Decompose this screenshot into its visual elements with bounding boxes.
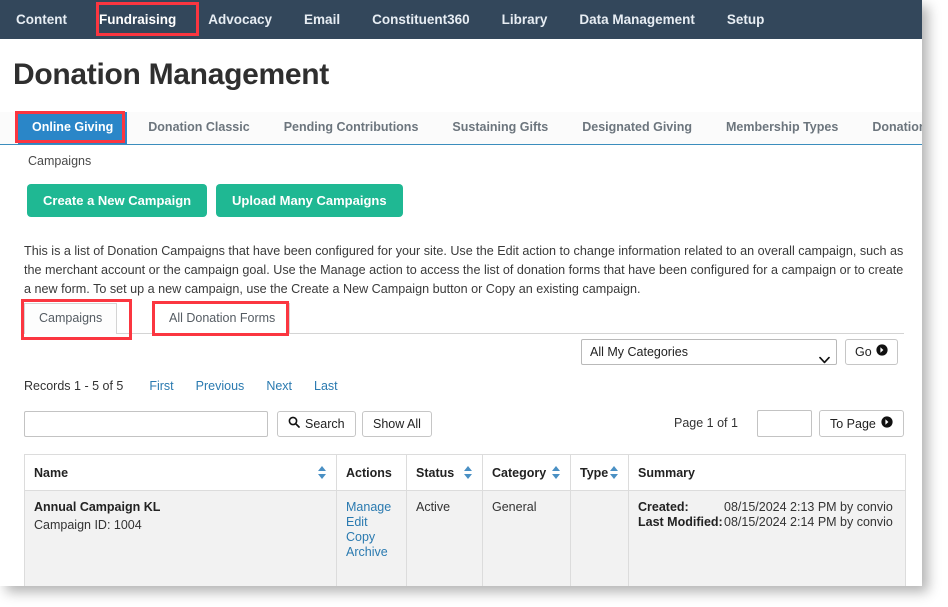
- sort-icon[interactable]: [318, 466, 327, 479]
- page-description: This is a list of Donation Campaigns tha…: [24, 244, 904, 296]
- tab-membership-types[interactable]: Membership Types: [709, 112, 855, 144]
- nav-item-data-management[interactable]: Data Management: [563, 0, 711, 39]
- column-header-status-label: Status: [416, 465, 455, 480]
- nav-item-content[interactable]: Content: [0, 0, 83, 39]
- column-header-status[interactable]: Status: [406, 454, 483, 491]
- column-header-actions: Actions: [336, 454, 407, 491]
- column-header-summary: Summary: [628, 454, 906, 491]
- pager-previous-link[interactable]: Previous: [196, 379, 245, 393]
- column-header-actions-label: Actions: [346, 465, 392, 480]
- screenshot-root: Content Fundraising Advocacy Email Const…: [0, 0, 948, 607]
- subtab-campaigns[interactable]: Campaigns: [24, 303, 118, 334]
- subtab-all-donation-forms[interactable]: All Donation Forms: [154, 303, 291, 334]
- create-new-campaign-button[interactable]: Create a New Campaign: [27, 184, 208, 217]
- table-header-row: Name Actions Status Category Type Summar…: [24, 454, 906, 491]
- column-header-type-label: Type: [580, 465, 609, 480]
- pager-last-link[interactable]: Last: [314, 379, 338, 393]
- tab-online-giving[interactable]: Online Giving: [18, 112, 128, 144]
- arrow-circle-right-icon: [881, 412, 893, 436]
- primary-tab-strip: Online Giving Donation Classic Pending C…: [0, 112, 922, 145]
- cell-type: [570, 490, 629, 586]
- records-count-label: Records 1 - 5 of 5: [24, 379, 124, 393]
- tab-donation-classic[interactable]: Donation Classic: [131, 112, 266, 144]
- chevron-down-icon: [819, 349, 830, 364]
- page-of-label: Page 1 of 1: [674, 416, 738, 430]
- action-archive-link[interactable]: Archive: [346, 545, 397, 560]
- cell-name: Annual Campaign KL Campaign ID: 1004: [24, 490, 337, 586]
- table-row: Annual Campaign KL Campaign ID: 1004 Man…: [24, 490, 906, 586]
- tab-pending-contributions[interactable]: Pending Contributions: [267, 112, 436, 144]
- sub-tab-strip: Campaigns All Donation Forms: [24, 303, 904, 334]
- arrow-circle-right-icon: [876, 340, 888, 364]
- sort-icon[interactable]: [610, 466, 619, 479]
- pager-first-link[interactable]: First: [149, 379, 173, 393]
- action-manage-link[interactable]: Manage: [346, 500, 397, 515]
- to-page-button[interactable]: To Page: [819, 410, 904, 437]
- go-button-label: Go: [855, 345, 872, 359]
- top-navigation-bar: Content Fundraising Advocacy Email Const…: [0, 0, 922, 39]
- column-header-category[interactable]: Category: [482, 454, 571, 491]
- cell-category: General: [482, 490, 571, 586]
- table-body: Annual Campaign KL Campaign ID: 1004 Man…: [24, 490, 906, 586]
- category-select[interactable]: All My Categories: [581, 339, 837, 365]
- pager-next-link[interactable]: Next: [266, 379, 292, 393]
- table-head: Name Actions Status Category Type Summar…: [24, 454, 906, 491]
- to-page-button-label: To Page: [830, 416, 876, 431]
- top-nav-list: Content Fundraising Advocacy Email Const…: [0, 0, 922, 39]
- nav-item-library[interactable]: Library: [486, 0, 564, 39]
- sort-icon[interactable]: [552, 466, 561, 479]
- search-button-label: Search: [305, 417, 345, 431]
- column-header-name-label: Name: [34, 465, 69, 480]
- campaign-id: Campaign ID: 1004: [34, 518, 142, 532]
- tab-designated-giving[interactable]: Designated Giving: [565, 112, 709, 144]
- go-button[interactable]: Go: [845, 339, 898, 365]
- nav-item-fundraising[interactable]: Fundraising: [83, 0, 192, 39]
- search-icon: [288, 412, 300, 436]
- column-header-category-label: Category: [492, 465, 547, 480]
- action-edit-link[interactable]: Edit: [346, 515, 397, 530]
- search-button[interactable]: Search: [277, 411, 356, 437]
- nav-item-email[interactable]: Email: [288, 0, 356, 39]
- search-input[interactable]: [24, 411, 268, 437]
- show-all-button-label: Show All: [373, 417, 421, 431]
- summary-created-label: Created:: [638, 500, 689, 514]
- action-copy-link[interactable]: Copy: [346, 530, 397, 545]
- campaigns-table: Name Actions Status Category Type Summar…: [24, 454, 906, 586]
- app-window: Content Fundraising Advocacy Email Const…: [0, 0, 922, 586]
- cell-summary: Created: 08/15/2024 2:13 PM by convio La…: [628, 490, 906, 586]
- column-header-name[interactable]: Name: [24, 454, 337, 491]
- summary-created-value: 08/15/2024 2:13 PM by convio: [724, 500, 893, 514]
- primary-tab-list: Online Giving Donation Classic Pending C…: [0, 112, 922, 144]
- summary-modified-label: Last Modified:: [638, 515, 723, 529]
- breadcrumb: Campaigns: [28, 154, 92, 168]
- tab-donation[interactable]: Donation: [855, 112, 922, 144]
- summary-modified-value: 08/15/2024 2:14 PM by convio: [724, 515, 893, 529]
- cell-actions: Manage Edit Copy Archive: [336, 490, 407, 586]
- campaign-name: Annual Campaign KL: [34, 500, 161, 514]
- column-header-type[interactable]: Type: [570, 454, 629, 491]
- nav-item-constituent360[interactable]: Constituent360: [356, 0, 486, 39]
- nav-item-advocacy[interactable]: Advocacy: [192, 0, 288, 39]
- summary-modified-line: Last Modified: 08/15/2024 2:14 PM by con…: [638, 515, 896, 530]
- category-select-value: All My Categories: [590, 345, 688, 359]
- summary-created-line: Created: 08/15/2024 2:13 PM by convio: [638, 500, 896, 515]
- page-title: Donation Management: [13, 58, 329, 91]
- records-summary-row: Records 1 - 5 of 5 First Previous Next L…: [24, 379, 338, 393]
- upload-many-campaigns-button[interactable]: Upload Many Campaigns: [216, 184, 403, 217]
- page-number-input[interactable]: [757, 410, 812, 437]
- sort-icon[interactable]: [464, 466, 473, 479]
- show-all-button[interactable]: Show All: [362, 411, 432, 437]
- cell-status: Active: [406, 490, 483, 586]
- tab-sustaining-gifts[interactable]: Sustaining Gifts: [435, 112, 565, 144]
- column-header-summary-label: Summary: [638, 465, 695, 480]
- nav-item-setup[interactable]: Setup: [711, 0, 781, 39]
